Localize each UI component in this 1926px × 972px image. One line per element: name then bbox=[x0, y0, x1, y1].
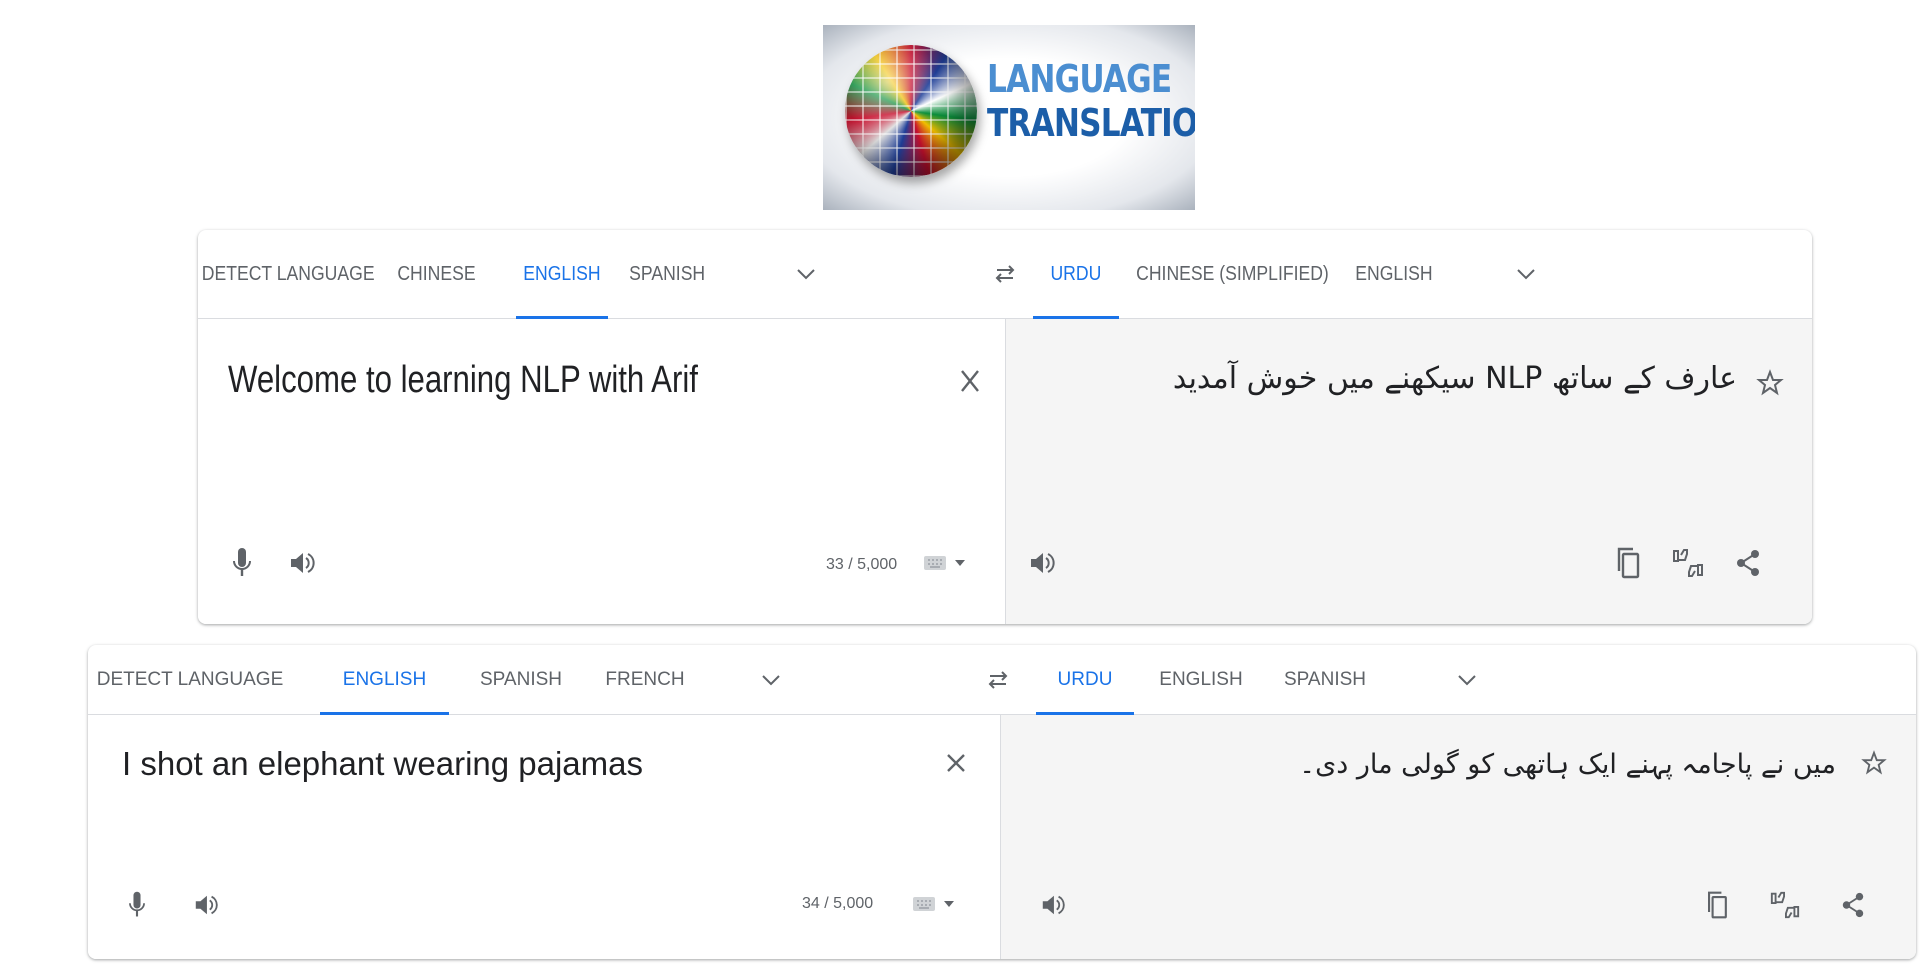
chevron-down-icon bbox=[762, 674, 780, 685]
voice-input-button[interactable] bbox=[115, 883, 159, 927]
rate-translation-button[interactable] bbox=[1763, 883, 1807, 927]
translation-area: میں نے پاجامہ پہنے ایک ہاتھی کو گولی مار… bbox=[1000, 715, 1916, 959]
tab-chinese[interactable]: CHINESE bbox=[394, 230, 478, 318]
source-language-more-button[interactable] bbox=[756, 645, 786, 714]
voice-input-button[interactable] bbox=[220, 541, 264, 585]
swap-languages-button[interactable] bbox=[980, 645, 1016, 714]
clear-text-button[interactable] bbox=[948, 359, 992, 403]
input-tools-button[interactable] bbox=[923, 554, 965, 572]
microphone-icon bbox=[129, 891, 145, 917]
input-tools-button[interactable] bbox=[912, 895, 954, 913]
speaker-icon bbox=[291, 553, 315, 573]
globe-icon bbox=[845, 45, 977, 177]
tab-chinese-simplified[interactable]: CHINESE (SIMPLIFIED) bbox=[1132, 230, 1332, 318]
chevron-down-icon bbox=[1517, 269, 1535, 280]
share-icon bbox=[1842, 892, 1864, 918]
close-icon bbox=[947, 754, 965, 772]
tab-detect-language[interactable]: DETECT LANGUAGE bbox=[202, 230, 375, 318]
caret-down-icon bbox=[955, 560, 965, 566]
source-text[interactable]: I shot an elephant wearing pajamas bbox=[122, 745, 643, 783]
character-counter: 34 / 5,000 bbox=[802, 895, 874, 912]
copy-translation-button[interactable] bbox=[1695, 883, 1739, 927]
language-tab-bar: DETECT LANGUAGE CHINESE ENGLISH SPANISH … bbox=[198, 230, 1812, 319]
caret-down-icon bbox=[944, 901, 954, 907]
share-icon bbox=[1737, 550, 1759, 576]
translated-text: عارف کے ساتھ NLP سیکھنے میں خوش آمدید bbox=[1172, 361, 1737, 396]
source-text-area[interactable]: Welcome to learning NLP with Arif 33 / 5… bbox=[198, 319, 1005, 624]
copy-icon bbox=[1708, 891, 1727, 919]
translator-panel-2: DETECT LANGUAGE ENGLISH SPANISH FRENCH U… bbox=[88, 645, 1916, 959]
speaker-icon bbox=[1042, 895, 1065, 915]
listen-translation-button[interactable] bbox=[1031, 883, 1075, 927]
tab-english-source[interactable]: ENGLISH bbox=[320, 645, 449, 715]
listen-translation-button[interactable] bbox=[1020, 541, 1064, 585]
tab-english-target[interactable]: ENGLISH bbox=[1148, 645, 1254, 714]
source-text[interactable]: Welcome to learning NLP with Arif bbox=[228, 359, 801, 402]
tab-english-target[interactable]: ENGLISH bbox=[1348, 230, 1440, 318]
tab-detect-language[interactable]: DETECT LANGUAGE bbox=[97, 645, 284, 714]
rate-translation-button[interactable] bbox=[1666, 541, 1710, 585]
logo-text: LANGUAGE TRANSLATION bbox=[987, 57, 1195, 145]
listen-source-button[interactable] bbox=[280, 541, 324, 585]
save-translation-button[interactable] bbox=[1748, 361, 1792, 405]
swap-arrows-icon bbox=[988, 670, 1008, 689]
swap-arrows-icon bbox=[995, 265, 1015, 283]
translator-panel-1: DETECT LANGUAGE CHINESE ENGLISH SPANISH … bbox=[198, 230, 1812, 624]
swap-languages-button[interactable] bbox=[987, 230, 1023, 318]
copy-icon bbox=[1617, 547, 1640, 579]
tab-urdu[interactable]: URDU bbox=[1033, 230, 1119, 319]
tab-english-source[interactable]: ENGLISH bbox=[516, 230, 608, 319]
save-translation-button[interactable] bbox=[1852, 741, 1896, 785]
translation-area: عارف کے ساتھ NLP سیکھنے میں خوش آمدید bbox=[1005, 319, 1812, 624]
language-tab-bar: DETECT LANGUAGE ENGLISH SPANISH FRENCH U… bbox=[88, 645, 1916, 715]
star-icon bbox=[1861, 750, 1887, 775]
chevron-down-icon bbox=[797, 269, 815, 280]
close-icon bbox=[961, 370, 979, 392]
microphone-icon bbox=[233, 548, 251, 576]
translated-text: میں نے پاجامہ پہنے ایک ہاتھی کو گولی مار… bbox=[1299, 749, 1836, 780]
source-language-more-button[interactable] bbox=[791, 230, 821, 318]
feedback-thumbs-icon bbox=[1770, 891, 1800, 919]
source-text-area[interactable]: I shot an elephant wearing pajamas 34 / … bbox=[88, 715, 1000, 959]
character-counter: 33 / 5,000 bbox=[826, 556, 898, 573]
target-language-more-button[interactable] bbox=[1452, 645, 1482, 714]
listen-source-button[interactable] bbox=[184, 883, 228, 927]
clear-text-button[interactable] bbox=[934, 741, 978, 785]
share-translation-button[interactable] bbox=[1726, 541, 1770, 585]
chevron-down-icon bbox=[1458, 674, 1476, 685]
language-translation-logo: LANGUAGE TRANSLATION bbox=[823, 25, 1195, 210]
tab-spanish-target[interactable]: SPANISH bbox=[1270, 645, 1380, 714]
logo-line-2: TRANSLATION bbox=[987, 101, 1195, 145]
speaker-icon bbox=[1031, 553, 1055, 573]
share-translation-button[interactable] bbox=[1831, 883, 1875, 927]
tab-spanish[interactable]: SPANISH bbox=[463, 645, 579, 714]
keyboard-icon bbox=[913, 897, 935, 911]
star-icon bbox=[1756, 369, 1784, 396]
feedback-thumbs-icon bbox=[1673, 549, 1703, 577]
tab-spanish[interactable]: SPANISH bbox=[624, 230, 710, 318]
logo-line-1: LANGUAGE bbox=[987, 57, 1172, 101]
tab-french[interactable]: FRENCH bbox=[592, 645, 698, 714]
speaker-icon bbox=[195, 895, 218, 915]
keyboard-icon bbox=[924, 556, 946, 570]
copy-translation-button[interactable] bbox=[1606, 541, 1650, 585]
tab-urdu[interactable]: URDU bbox=[1036, 645, 1134, 715]
target-language-more-button[interactable] bbox=[1511, 230, 1541, 318]
